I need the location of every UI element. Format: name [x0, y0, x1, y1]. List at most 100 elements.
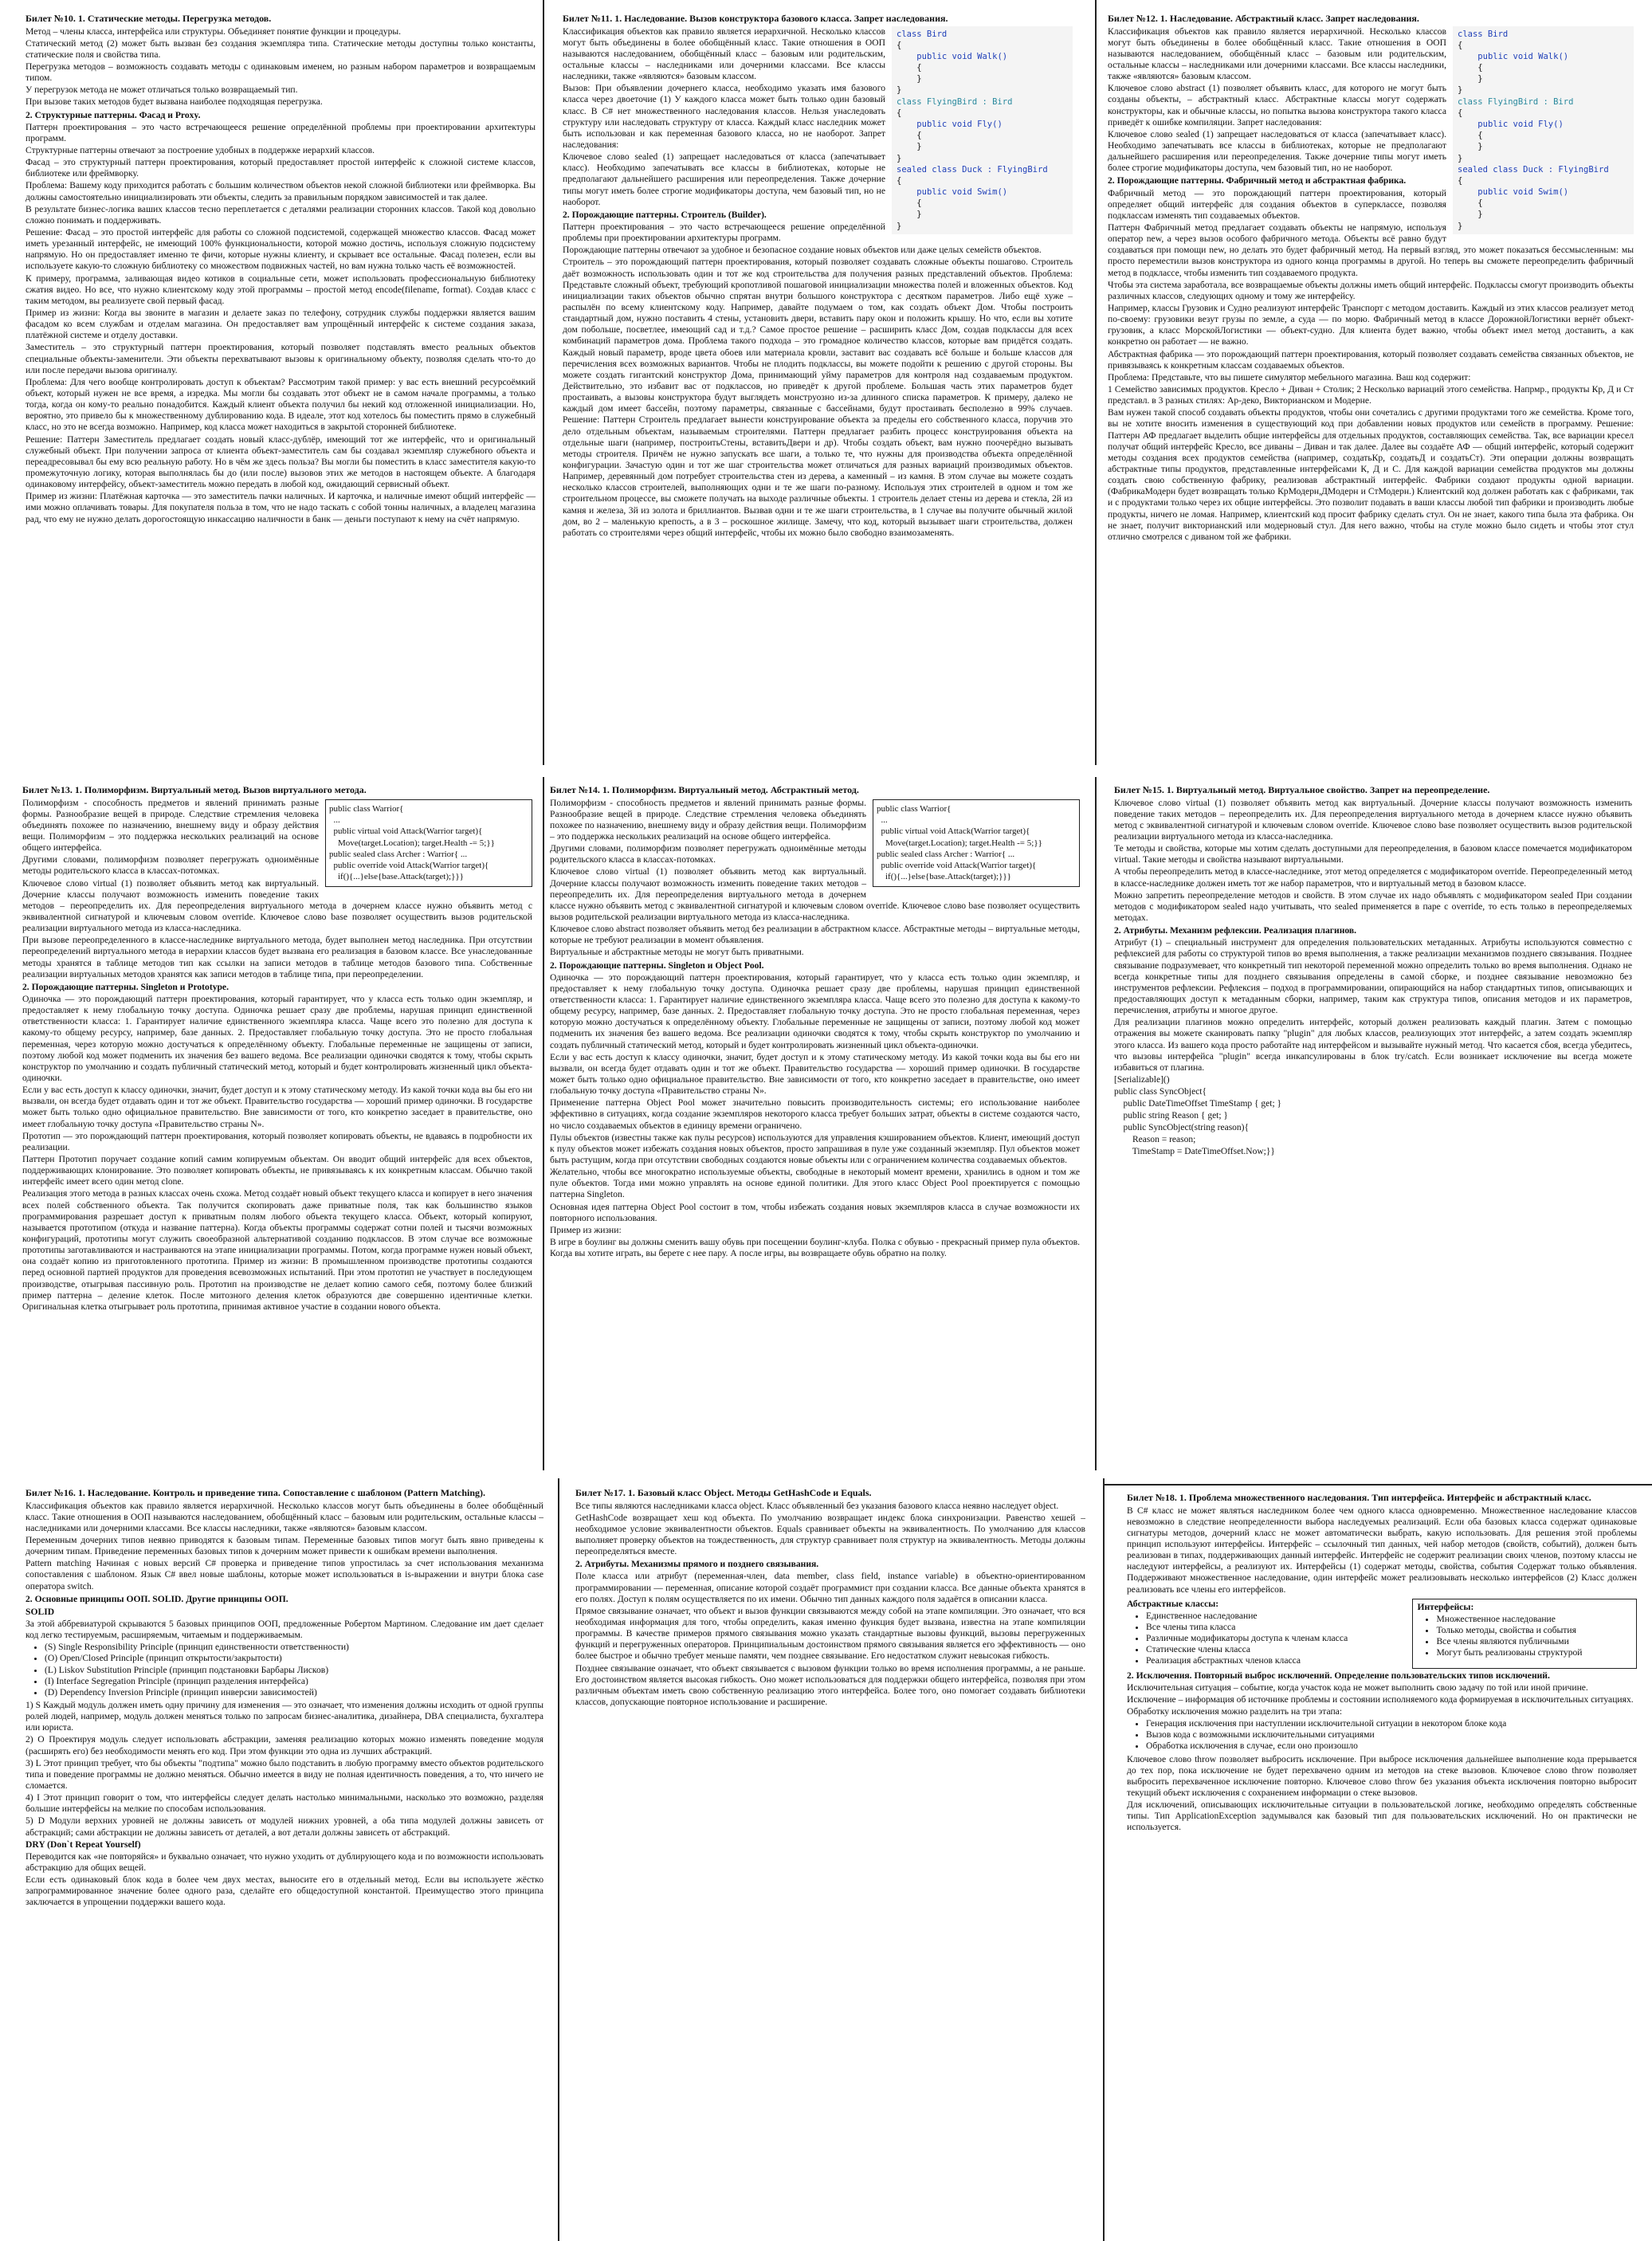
abstract-classes-box: Абстрактные классы: Единственное наследо…: [1127, 1599, 1406, 1669]
paragraph: При вызове переопределенного в классе-на…: [22, 935, 532, 979]
paragraph: Виртуальные и абстрактные методы не могу…: [550, 947, 804, 958]
code-line: class Bird: [897, 29, 948, 39]
ticket-17: Билет №17. 1. Базовый класс Object. Мето…: [575, 1487, 1085, 2236]
ticket-title: Билет №13. 1. Полиморфизм. Виртуальный м…: [22, 784, 367, 795]
divider: [1103, 1484, 1652, 1485]
list-item: Статические члены класса: [1146, 1644, 1406, 1655]
code-line: ...: [329, 814, 340, 825]
paragraph: Ключевое слово virtual (1) позволяет объ…: [1114, 797, 1632, 842]
paragraph: Проблема: Для чего вообще контролировать…: [26, 376, 536, 433]
box-title: Абстрактные классы:: [1127, 1598, 1219, 1609]
ticket-11: Билет №11. 1. Наследование. Вызов констр…: [563, 13, 1073, 762]
interfaces-box: Интерфейсы: Множественное наследование Т…: [1412, 1598, 1637, 1669]
paragraph: Паттерн проектирования – это часто встре…: [26, 121, 536, 143]
ticket-title: Билет №14. 1. Полиморфизм. Виртуальный м…: [550, 784, 859, 795]
list-item: (D) Dependency Inversion Principle (прин…: [45, 1687, 543, 1698]
paragraph: Ключевое слово throw позволяет выбросить…: [1127, 1753, 1637, 1798]
code-line: public void Walk(): [1477, 51, 1569, 61]
paragraph: Ключевое слово abstract позволяет объяви…: [550, 924, 1080, 946]
paragraph: DRY (Don`t Repeat Yourself): [26, 1839, 141, 1850]
divider: [1095, 0, 1097, 765]
code-line: public virtual void Attack(Warrior targe…: [877, 826, 1030, 837]
paragraph: 2) O Проектируя модуль следует использов…: [26, 1734, 543, 1756]
paragraph: Все типы являются наследниками класса ob…: [575, 1500, 1059, 1511]
paragraph: Фасад – это структурный паттерн проектир…: [26, 157, 536, 179]
paragraph: Классификация объектов как правило являе…: [26, 1500, 543, 1533]
code-block: public class Warrior{ ... public virtual…: [873, 799, 1080, 887]
paragraph: Исключительная ситуация – событие, когда…: [1127, 1682, 1588, 1693]
divider: [558, 1478, 559, 2241]
code-line: Move(target.Location); target.Health -= …: [329, 838, 495, 848]
ticket-16: Билет №16. 1. Наследование. Контроль и п…: [26, 1487, 543, 2236]
paragraph: Обработку исключения можно разделить на …: [1127, 1706, 1343, 1717]
paragraph: Можно запретить переопределение методов …: [1114, 889, 1632, 924]
paragraph: Метод – члены класса, интерфейса или стр…: [26, 26, 402, 37]
paragraph: Пулы объектов (известны также как пулы р…: [550, 1132, 1080, 1165]
paragraph: Например, классы Грузовик и Судно реализ…: [1108, 303, 1634, 347]
code-block: class Bird { public void Walk() { } } cl…: [1453, 26, 1634, 234]
list-item: Различные модификаторы доступа к членам …: [1146, 1633, 1406, 1644]
paragraph: Основная идея паттерна Object Pool состо…: [550, 1201, 1080, 1223]
ticket-14: Билет №14. 1. Полиморфизм. Виртуальный м…: [550, 784, 1080, 1466]
paragraph: К примеру, программа, заливающая видео к…: [26, 273, 536, 306]
code-line: if(){...}else{base.Attack(target);}}}: [329, 872, 464, 882]
paragraph: Позднее связывание означает, что объект …: [575, 1662, 1085, 1708]
divider: [543, 0, 544, 765]
paragraph: Структурные паттерны отвечают за построе…: [26, 145, 375, 156]
code-line: public override void Attack(Warrior targ…: [329, 861, 489, 871]
ticket-title: Билет №18. 1. Проблема множественного на…: [1127, 1492, 1591, 1503]
code-block: class Bird { public void Walk() { } } cl…: [892, 26, 1073, 234]
list-item: Все члены типа класса: [1146, 1622, 1406, 1633]
paragraph: 5) D Модули верхних уровней не должны за…: [26, 1815, 543, 1838]
paragraph: Если есть одинаковый блок кода в более ч…: [26, 1874, 543, 1908]
paragraph: 4) I Этот принцип говорит о том, что инт…: [26, 1792, 543, 1815]
ticket-title: Билет №10. 1. Статические методы. Перегр…: [26, 13, 272, 24]
code-line: Reason = reason;: [1114, 1134, 1196, 1144]
paragraph: 3) L Этот принцип требует, что бы объект…: [26, 1757, 543, 1791]
code-line: public void Fly(): [1477, 120, 1564, 129]
paragraph: В результате бизнес-логика ваших классов…: [26, 203, 536, 226]
ticket-title: Билет №15. 1. Виртуальный метод. Виртуал…: [1114, 784, 1490, 795]
paragraph: Заместитель – это структурный паттерн пр…: [26, 342, 536, 375]
code-line: sealed class Duck : FlyingBird: [1458, 164, 1609, 175]
paragraph: Абстрактная фабрика — это порождающий па…: [1108, 348, 1634, 371]
paragraph: У перегрузок метода не может отличаться …: [26, 84, 298, 96]
list-item: (O) Open/Closed Principle (принцип откры…: [45, 1653, 543, 1664]
paragraph: Прототип — это порождающий паттерн проек…: [22, 1130, 532, 1152]
ticket-10: Билет №10. 1. Статические методы. Перегр…: [26, 13, 536, 762]
paragraph: Порождающие паттерны отвечают за удобное…: [563, 245, 1042, 256]
list-item: Множественное наследование: [1436, 1614, 1632, 1625]
code-line: public class SyncObject{: [1114, 1086, 1207, 1097]
paragraph: Те методы и свойства, которые мы хотим с…: [1114, 843, 1632, 865]
code-line: sealed class Duck : FlyingBird: [897, 164, 1048, 175]
section-heading: 2. Атрибуты. Механизм рефлексии. Реализа…: [1114, 925, 1357, 936]
solid-list: (S) Single Responsibility Principle (при…: [45, 1642, 543, 1698]
list-item: (S) Single Responsibility Principle (при…: [45, 1642, 543, 1653]
ticket-15: Билет №15. 1. Виртуальный метод. Виртуал…: [1114, 784, 1632, 1466]
code-line: TimeStamp = DateTimeOffset.Now;}}: [1114, 1146, 1275, 1156]
paragraph: В игре в боулинг вы должны сменить вашу …: [550, 1236, 1080, 1259]
code-line: ...: [877, 814, 888, 825]
list-item: Все члены являются публичными: [1436, 1636, 1632, 1647]
code-line: public class Warrior{: [877, 803, 952, 814]
paragraph: Перегрузка методов – возможность создава…: [26, 61, 536, 84]
code-line: public sealed class Archer : Warrior{ ..…: [877, 849, 1015, 859]
paragraph: Чтобы эта система заработала, все возвра…: [1108, 279, 1634, 301]
section-heading: 2. Атрибуты. Механизмы прямого и позднег…: [575, 1559, 819, 1570]
section-heading: 2. Порождающие паттерны. Singleton и Obj…: [550, 960, 764, 971]
ticket-title: Билет №17. 1. Базовый класс Object. Мето…: [575, 1487, 872, 1498]
code-line: public void Swim(): [1477, 187, 1569, 198]
paragraph: Решение: Паттерн Заместитель предлагает …: [26, 434, 536, 490]
list-item: Реализация абстрактных членов класса: [1146, 1655, 1406, 1666]
paragraph: GetHashCode возвращает хеш код объекта. …: [575, 1512, 1085, 1557]
list-item: Генерация исключения при наступлении иск…: [1146, 1718, 1637, 1729]
paragraph: Для реализации плагинов можно определить…: [1114, 1017, 1632, 1073]
ticket-title: Билет №16. 1. Наследование. Контроль и п…: [26, 1487, 486, 1498]
section-heading: 2. Порождающие паттерны. Singleton и Pro…: [22, 981, 229, 992]
list-item: Могут быть реализованы структурой: [1436, 1647, 1632, 1658]
ticket-13: Билет №13. 1. Полиморфизм. Виртуальный м…: [22, 784, 532, 1466]
paragraph: Атрибут (1) – специальный инструмент для…: [1114, 937, 1632, 1016]
code-line: public sealed class Archer : Warrior{ ..…: [329, 849, 468, 859]
paragraph: Пример из жизни:: [550, 1224, 622, 1235]
paragraph: Решение: Фасад – это простой интерфейс д…: [26, 227, 536, 272]
